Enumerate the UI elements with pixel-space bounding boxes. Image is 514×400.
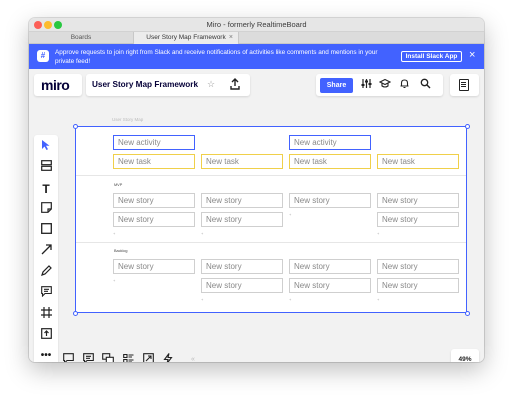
frame-resize-handle[interactable]	[73, 311, 78, 316]
story-card[interactable]: New story	[377, 278, 459, 293]
collaboration-panel: Share	[316, 74, 443, 96]
shape-icon[interactable]	[38, 223, 54, 239]
logo-panel: miro	[34, 74, 82, 96]
notes-panel[interactable]	[450, 74, 479, 96]
tab-user-story-map[interactable]: User Story Map Framework ×	[133, 32, 239, 44]
pen-icon[interactable]	[38, 265, 54, 281]
comments-list-icon[interactable]	[61, 353, 75, 362]
story-card[interactable]: New story	[201, 193, 283, 208]
screen-share-icon[interactable]	[101, 353, 115, 362]
tab-close-icon[interactable]: ×	[229, 32, 233, 44]
story-card[interactable]: New story	[377, 212, 459, 227]
collapse-toolbar-icon[interactable]: «	[191, 356, 195, 362]
activity-card[interactable]: New activity	[289, 135, 371, 150]
task-card[interactable]: New task	[113, 154, 195, 169]
story-card[interactable]: New story	[201, 212, 283, 227]
story-card[interactable]: New story	[289, 278, 371, 293]
settings-sliders-icon[interactable]	[359, 78, 373, 92]
release-divider	[76, 242, 466, 243]
zoom-level[interactable]: 49%	[451, 349, 479, 362]
connection-line-icon[interactable]	[38, 244, 54, 260]
banner-text: Approve requests to join right from Slac…	[55, 49, 378, 65]
task-card[interactable]: New task	[377, 154, 459, 169]
comment-icon[interactable]	[38, 286, 54, 302]
story-card[interactable]: New story	[377, 193, 459, 208]
text-tool-icon[interactable]: T	[38, 181, 54, 197]
left-toolbar: T •••	[34, 135, 58, 362]
tab-bar: Boards User Story Map Framework ×	[29, 32, 484, 44]
education-cap-icon[interactable]	[378, 78, 392, 92]
bell-icon[interactable]	[397, 78, 411, 92]
present-icon[interactable]	[141, 353, 155, 362]
select-cursor-icon[interactable]	[38, 139, 54, 155]
add-story-icon[interactable]: +	[289, 297, 291, 302]
task-card[interactable]: New task	[201, 154, 283, 169]
story-card[interactable]: New story	[289, 193, 371, 208]
more-tools-icon[interactable]: •••	[38, 348, 54, 362]
sticky-note-icon[interactable]	[38, 202, 54, 218]
search-icon[interactable]	[418, 78, 432, 92]
add-story-icon[interactable]: +	[289, 212, 291, 217]
install-slack-button[interactable]: Install Slack App	[401, 51, 462, 62]
story-card[interactable]: New story	[289, 259, 371, 274]
slack-banner: # Approve requests to join right from Sl…	[29, 44, 484, 69]
story-card[interactable]: New story	[113, 193, 195, 208]
add-story-icon[interactable]: +	[377, 297, 379, 302]
add-story-icon[interactable]: +	[377, 231, 379, 236]
add-story-icon[interactable]: +	[113, 231, 115, 236]
story-card[interactable]: New story	[201, 259, 283, 274]
story-card[interactable]: New story	[377, 259, 459, 274]
star-icon[interactable]: ☆	[207, 79, 215, 90]
story-card[interactable]: New story	[113, 212, 195, 227]
tab-label: User Story Map Framework	[146, 34, 226, 41]
frame-resize-handle[interactable]	[465, 311, 470, 316]
release-label: MVP	[114, 183, 123, 187]
upload-icon[interactable]	[229, 78, 241, 93]
window-title: Miro - formerly RealtimeBoard	[206, 20, 307, 29]
board-title[interactable]: User Story Map Framework	[92, 80, 198, 89]
chat-icon[interactable]	[81, 353, 95, 362]
story-card[interactable]: New story	[201, 278, 283, 293]
story-map-frame[interactable]: New activity New activity New task New t…	[75, 126, 467, 313]
frame-label: User Story Map	[112, 117, 144, 122]
board-title-panel: User Story Map Framework ☆	[86, 74, 250, 96]
frame-icon[interactable]	[38, 307, 54, 323]
miro-logo[interactable]: miro	[41, 77, 70, 93]
add-story-icon[interactable]: +	[201, 297, 203, 302]
task-card[interactable]: New task	[289, 154, 371, 169]
cards-list-icon[interactable]	[121, 353, 135, 362]
banner-close-icon[interactable]: ×	[469, 49, 475, 61]
templates-icon[interactable]	[38, 160, 54, 176]
frame-resize-handle[interactable]	[73, 124, 78, 129]
browser-window: Miro - formerly RealtimeBoard Boards Use…	[29, 18, 484, 362]
add-story-icon[interactable]: +	[113, 278, 115, 283]
bottom-toolbar	[58, 349, 190, 362]
upload-tool-icon[interactable]	[38, 328, 54, 344]
release-label: Backlog	[114, 249, 128, 253]
tab-boards[interactable]: Boards	[29, 32, 133, 44]
share-button[interactable]: Share	[320, 78, 353, 93]
notes-icon	[459, 79, 469, 91]
slack-icon: #	[37, 50, 49, 62]
activity-card[interactable]: New activity	[113, 135, 195, 150]
add-story-icon[interactable]: +	[201, 231, 203, 236]
lightning-icon[interactable]	[161, 353, 175, 362]
story-card[interactable]: New story	[113, 259, 195, 274]
frame-resize-handle[interactable]	[465, 124, 470, 129]
titlebar: Miro - formerly RealtimeBoard	[29, 18, 484, 32]
release-divider	[76, 175, 466, 176]
